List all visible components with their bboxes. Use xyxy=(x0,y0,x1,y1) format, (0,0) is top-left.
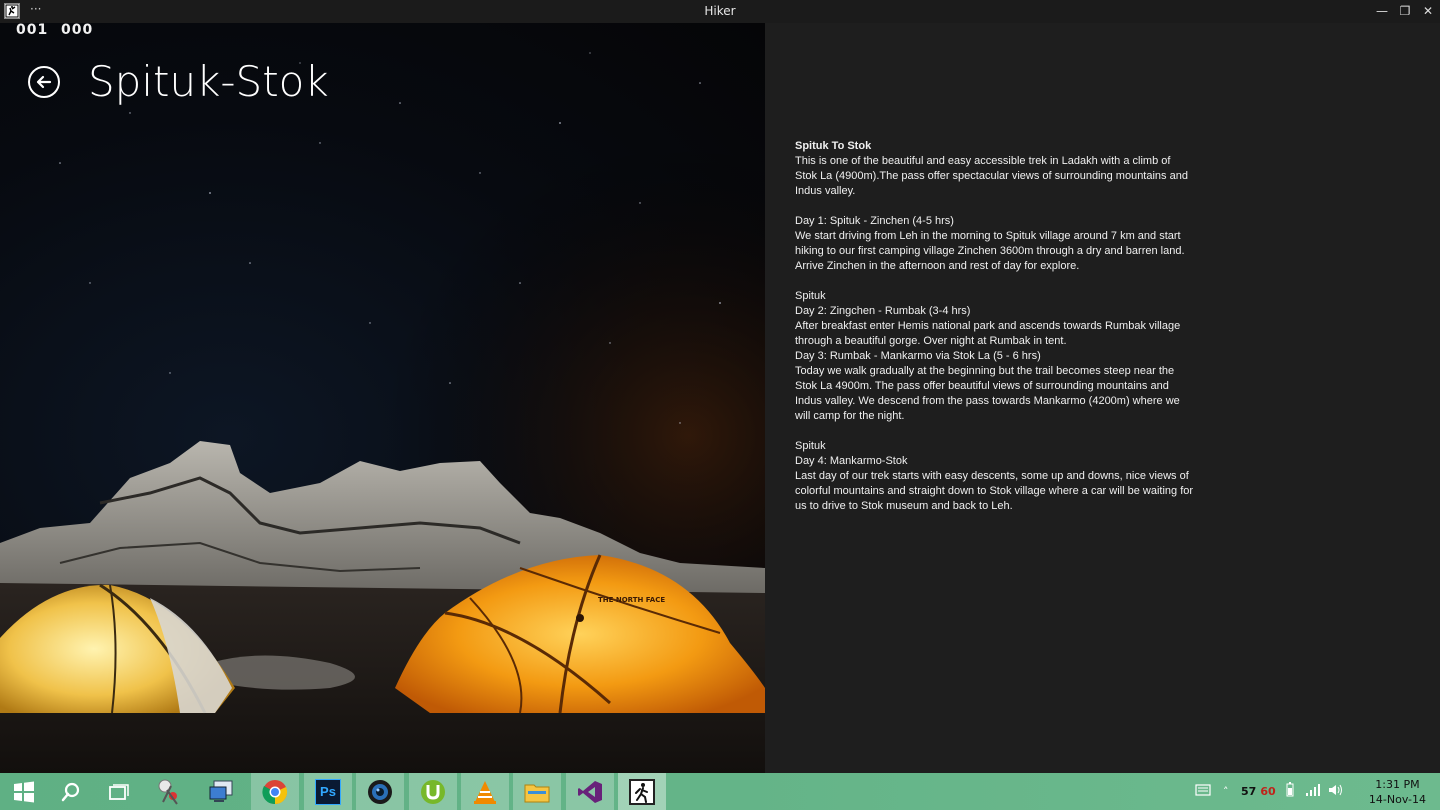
file-explorer-icon[interactable] xyxy=(513,773,561,810)
camping-night-illustration: THE NORTH FACE xyxy=(0,23,765,773)
title-bar: ··· Hiker — ❐ ✕ xyxy=(0,0,1440,23)
day2-title: Day 2: Zingchen - Rumbak (3-4 hrs) xyxy=(795,305,971,317)
chrome-icon[interactable] xyxy=(251,773,299,810)
network-icon[interactable] xyxy=(1304,783,1320,800)
day1-text: We start driving from Leh in the morning… xyxy=(795,230,1185,272)
section2-label: Spituk xyxy=(795,290,826,302)
clock-time: 1:31 PM xyxy=(1375,778,1420,791)
snipping-tool-icon[interactable] xyxy=(145,773,193,810)
minimize-button[interactable]: — xyxy=(1371,2,1393,20)
taskbar: Ps ˄ 57 60 1:31 PM 14-Nov-14 xyxy=(0,773,1440,810)
window-menu-button[interactable]: ··· xyxy=(30,2,41,16)
vlc-icon[interactable] xyxy=(461,773,509,810)
tray-value-1: 57 xyxy=(1241,785,1257,798)
visual-studio-icon[interactable] xyxy=(566,773,614,810)
utorrent-icon[interactable] xyxy=(409,773,457,810)
clock-date: 14-Nov-14 xyxy=(1368,793,1426,806)
day3-text: Today we walk gradually at the beginning… xyxy=(795,365,1180,422)
trek-heading: Spituk To Stok xyxy=(795,140,872,152)
counter-left: 001 xyxy=(16,22,49,38)
section3-label: Spituk xyxy=(795,440,826,452)
trek-description: Spituk To Stok This is one of the beauti… xyxy=(795,139,1195,514)
close-button[interactable]: ✕ xyxy=(1417,2,1439,20)
day4-text: Last day of our trek starts with easy de… xyxy=(795,470,1194,512)
clock[interactable]: 1:31 PM 14-Nov-14 xyxy=(1369,777,1426,807)
back-arrow-icon xyxy=(36,75,52,89)
tray-value-2: 60 xyxy=(1260,785,1276,798)
day1-title: Day 1: Spituk - Zinchen (4-5 hrs) xyxy=(795,215,954,227)
photoshop-label: Ps xyxy=(315,778,341,805)
description-pane: Spituk To Stok This is one of the beauti… xyxy=(765,23,1440,773)
hero-image: THE NORTH FACE xyxy=(0,23,765,773)
back-button[interactable] xyxy=(28,66,60,98)
remote-desktop-icon[interactable] xyxy=(198,773,246,810)
page-title: Spituk-Stok xyxy=(88,57,329,106)
hiker-app-icon[interactable] xyxy=(4,3,20,19)
day4-title: Day 4: Mankarmo-Stok xyxy=(795,455,908,467)
start-icon[interactable] xyxy=(0,773,48,810)
day3-title: Day 3: Rumbak - Mankarmo via Stok La (5 … xyxy=(795,350,1041,362)
search-icon[interactable] xyxy=(47,773,95,810)
system-tray: ˄ 57 60 xyxy=(1195,773,1344,810)
keyboard-icon[interactable] xyxy=(1195,784,1213,799)
window-title: Hiker xyxy=(704,4,736,18)
restore-button[interactable]: ❐ xyxy=(1394,2,1416,20)
show-hidden-icons-button[interactable]: ˄ xyxy=(1223,785,1237,798)
power-icon[interactable] xyxy=(1284,782,1296,801)
task-view-icon[interactable] xyxy=(95,773,143,810)
tent-brand-label: THE NORTH FACE xyxy=(598,596,665,604)
photoshop-icon[interactable]: Ps xyxy=(304,773,352,810)
counter-right: 000 xyxy=(61,22,94,38)
hiker-taskbar-icon[interactable] xyxy=(618,773,666,810)
volume-icon[interactable] xyxy=(1328,783,1344,800)
camera-icon[interactable] xyxy=(356,773,404,810)
trek-intro: This is one of the beautiful and easy ac… xyxy=(795,155,1188,197)
day2-text: After breakfast enter Hemis national par… xyxy=(795,320,1181,347)
